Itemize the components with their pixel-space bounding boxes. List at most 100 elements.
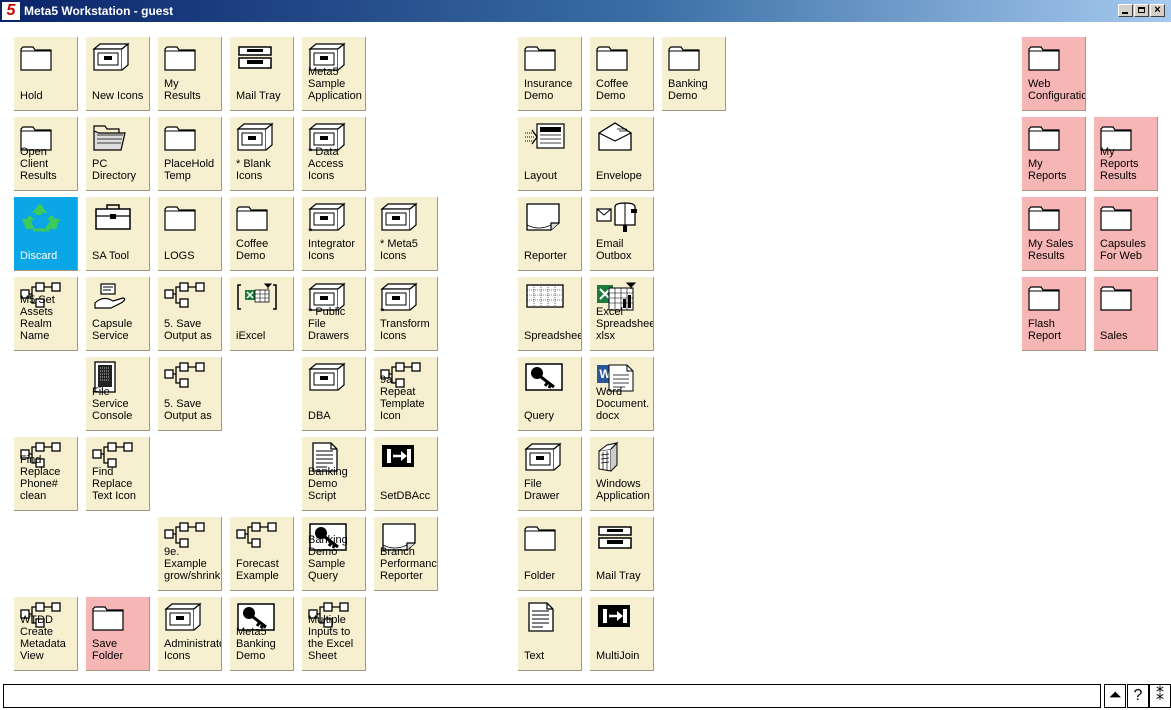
desktop-icon-save-output-1[interactable]: 5. Save Output as (158, 277, 222, 351)
desktop-icon-multijoin[interactable]: MultiJoin (590, 597, 654, 671)
close-button[interactable]: × (1150, 4, 1165, 17)
icon-label: * Transform Icons (380, 306, 430, 342)
desktop-icon-capsules-for-web[interactable]: Capsules For Web (1094, 197, 1158, 271)
desktop-icon-example-grow[interactable]: 9e. Example grow/shrink (158, 517, 222, 591)
desktop-icon-open-client-results[interactable]: Open Client Results (14, 117, 78, 191)
desktop-icon-wtdd-create-metadata[interactable]: WTDD Create Metadata View (14, 597, 78, 671)
desktop-icon-public-file-drawers[interactable]: * Public File Drawers (302, 277, 366, 351)
desktop-icon-banking-demo-sample-query[interactable]: Banking Demo Sample Query (302, 517, 366, 591)
icon-label: My Results (164, 78, 201, 102)
desktop-icon-save-output-2[interactable]: 5. Save Output as (158, 357, 222, 431)
icon-label: Banking Demo Script (308, 466, 348, 502)
flow-icon (163, 361, 207, 393)
desktop-icon-my-reports[interactable]: My Reports (1022, 117, 1086, 191)
desktop-icon-layout[interactable]: Layout (518, 117, 582, 191)
icon-label: Spreadsheet (524, 330, 581, 342)
desktop-icon-web-configuration[interactable]: Web Configuration (1022, 37, 1086, 111)
desktop-icon-mail-tray-2[interactable]: Mail Tray (590, 517, 654, 591)
desktop-icon-my-reports-results[interactable]: My Reports Results (1094, 117, 1158, 191)
cabinet-icon (307, 361, 351, 393)
desktop-icon-file-service-console[interactable]: File Service Console (86, 357, 150, 431)
desktop-icon-my-results[interactable]: My Results (158, 37, 222, 111)
desktop-icon-file-drawer[interactable]: File Drawer (518, 437, 582, 511)
desktop-icon-blank-icons[interactable]: * Blank Icons (230, 117, 294, 191)
desktop-icon-new-icons[interactable]: New Icons (86, 37, 150, 111)
desktop-icon-pc-directory[interactable]: PC Directory (86, 117, 150, 191)
desktop-icon-dba[interactable]: DBA (302, 357, 366, 431)
desktop-icon-mail-tray-1[interactable]: Mail Tray (230, 37, 294, 111)
desktop-icon-forecast-example[interactable]: Forecast Example (230, 517, 294, 591)
close-icon: × (1154, 4, 1161, 16)
maximize-button[interactable] (1134, 4, 1149, 17)
command-input[interactable] (3, 684, 1101, 708)
desktop-icon-save-folder[interactable]: Save Folder (86, 597, 150, 671)
spreadsheet-icon (523, 281, 567, 313)
windows-icon (595, 441, 639, 473)
desktop-icon-transform-icons[interactable]: * Transform Icons (374, 277, 438, 351)
desktop-icon-coffee-demo-1[interactable]: Coffee Demo (590, 37, 654, 111)
icon-label: Coffee Demo (236, 238, 269, 262)
meta5-logo-icon[interactable]: 5 (2, 2, 20, 20)
icon-label: Forecast Example (236, 558, 279, 582)
desktop-icon-folder[interactable]: Folder (518, 517, 582, 591)
flow-icon (235, 521, 279, 553)
cabinet-icon (91, 41, 135, 73)
desktop-icon-integrator-icons[interactable]: * Integrator Icons (302, 197, 366, 271)
icon-label: * Meta5 Icons (380, 238, 418, 262)
scroll-up-button[interactable]: ⏶ (1104, 684, 1126, 708)
desktop-icon-query[interactable]: Query (518, 357, 582, 431)
folder-icon (1027, 121, 1071, 153)
icon-label: Open Client Results (20, 146, 57, 182)
desktop-icon-find-replace-phone[interactable]: Find Replace Phone# clean (14, 437, 78, 511)
desktop-icon-coffee-demo-2[interactable]: Coffee Demo (230, 197, 294, 271)
desktop-icon-meta5-sample-app[interactable]: Meta5 Sample Application (302, 37, 366, 111)
icon-label: iExcel (236, 330, 266, 342)
desktop-icon-multiple-inputs[interactable]: Multiple Inputs to the Excel Sheet (302, 597, 366, 671)
desktop-icon-hold[interactable]: Hold (14, 37, 78, 111)
folder-icon (91, 601, 135, 633)
desktop-icon-placehold-temp[interactable]: PlaceHold Temp (158, 117, 222, 191)
desktop-icon-setdbacc[interactable]: SetDBAcc (374, 437, 438, 511)
desktop-icon-discard[interactable]: Discard (14, 197, 78, 271)
desktop-icon-banking-demo[interactable]: Banking Demo (662, 37, 726, 111)
desktop-icon-capsule-service[interactable]: Capsule Service (86, 277, 150, 351)
desktop-icon-meta5-icons[interactable]: * Meta5 Icons (374, 197, 438, 271)
desktop-icon-my-sales-results[interactable]: My Sales Results (1022, 197, 1086, 271)
desktop-icon-branch-performance-reporter[interactable]: Branch Performance Reporter (374, 517, 438, 591)
desktop-icon-spreadsheet[interactable]: Spreadsheet (518, 277, 582, 351)
folder-icon (163, 121, 207, 153)
desktop-icon-word-document[interactable]: W Word Document. docx (590, 357, 654, 431)
icon-label: Administrator Icons (164, 638, 221, 662)
desktop-icon-iexcel[interactable]: iExcel (230, 277, 294, 351)
desktop-icon-repeat-template[interactable]: 9a. Repeat Template Icon (374, 357, 438, 431)
desktop-icon-banking-demo-script[interactable]: Banking Demo Script (302, 437, 366, 511)
service-icon (91, 281, 135, 313)
minimize-button[interactable] (1118, 4, 1133, 17)
desktop-icon-email-outbox[interactable]: Email Outbox (590, 197, 654, 271)
tray-icon (235, 41, 279, 73)
title-bar[interactable]: 5 Meta5 Workstation - guest × (0, 0, 1171, 22)
help-button[interactable]: ? (1127, 684, 1149, 708)
icon-label: Discard (20, 250, 58, 262)
desktop-icon-administrator-icons[interactable]: Administrator Icons (158, 597, 222, 671)
desktop-icon-data-access-icons[interactable]: * Data Access Icons (302, 117, 366, 191)
desktop-icon-text[interactable]: Text (518, 597, 582, 671)
desktop-icon-logs[interactable]: LOGS (158, 197, 222, 271)
bottom-bar: ⏶ ? ⁑ (0, 682, 1171, 710)
icon-label: Flash Report (1028, 318, 1062, 342)
options-button[interactable]: ⁑ (1149, 684, 1171, 708)
desktop-icon-m5-set-assets[interactable]: M5 Set Assets Realm Name (14, 277, 78, 351)
desktop-icon-excel-spreadsheet[interactable]: Excel Spreadsheet xlsx (590, 277, 654, 351)
desktop-icon-flash-report[interactable]: Flash Report (1022, 277, 1086, 351)
desktop-icon-insurance-demo[interactable]: Insurance Demo (518, 37, 582, 111)
desktop-icon-sa-tool[interactable]: SA Tool (86, 197, 150, 271)
icon-label: * Data Access Icons (308, 146, 344, 182)
desktop-icon-windows-application[interactable]: Windows Application (590, 437, 654, 511)
desktop-icon-meta5-banking-demo[interactable]: Meta5 Banking Demo (230, 597, 294, 671)
desktop-icon-sales[interactable]: Sales (1094, 277, 1158, 351)
desktop-icon-find-replace-text[interactable]: Find Replace Text Icon (86, 437, 150, 511)
icon-label: Word Document. docx (596, 386, 650, 422)
desktop-icon-envelope[interactable]: Envelope (590, 117, 654, 191)
icon-label: SA Tool (92, 250, 130, 262)
desktop-icon-reporter[interactable]: Reporter (518, 197, 582, 271)
